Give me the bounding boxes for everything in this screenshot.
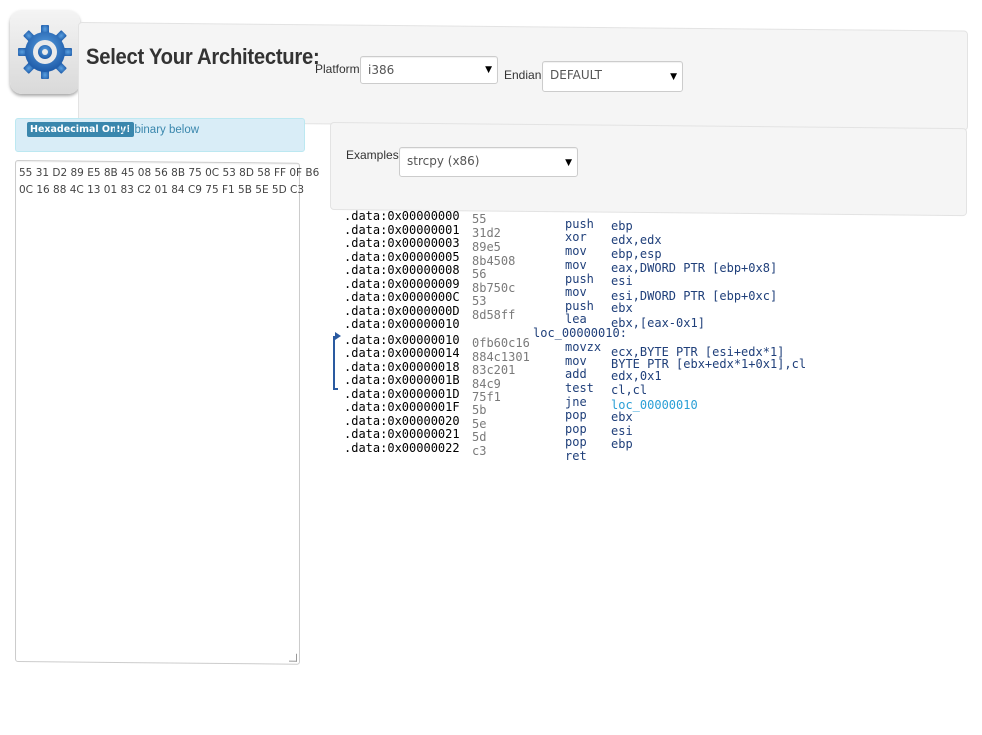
page-title: Select Your Architecture: — [86, 44, 320, 69]
address-cell: .data:0x0000001F — [344, 400, 460, 414]
gear-icon — [18, 25, 72, 79]
address-cell: .data:0x00000021 — [344, 427, 460, 441]
bytes-cell: 5d — [472, 430, 487, 444]
hex-input-line: 55 31 D2 89 E5 8B 45 08 56 8B 75 0C 53 8… — [19, 167, 320, 179]
operand-cell: ebp — [611, 219, 633, 233]
app-logo[interactable] — [10, 10, 80, 94]
operand-cell: ebx — [611, 301, 633, 315]
caret-down-icon: ▼ — [485, 65, 492, 75]
resize-handle-icon[interactable] — [289, 653, 297, 662]
operand-cell: ebp — [611, 437, 633, 451]
address-cell: .data:0x00000014 — [344, 346, 460, 360]
platform-label: Platform — [315, 62, 360, 76]
mnemonic-cell: movzx — [565, 340, 602, 354]
mnemonic-cell: mov — [565, 258, 587, 272]
jump-arrow-line — [333, 388, 338, 390]
operand-cell: esi — [611, 274, 633, 288]
operand-cell: edx,0x1 — [611, 369, 662, 383]
bytes-cell: 83c201 — [472, 363, 516, 377]
jump-arrow-line — [333, 336, 335, 389]
operand-cell: ebp,esp — [611, 247, 662, 261]
address-cell: .data:0x00000008 — [344, 263, 460, 277]
mnemonic-cell: add — [565, 367, 587, 381]
bytes-cell: 89e5 — [472, 240, 501, 254]
hex-input[interactable] — [15, 160, 300, 665]
operand-cell: ebx — [611, 410, 633, 424]
address-cell: .data:0x00000003 — [344, 236, 460, 250]
hex-info-alert: Hexadecimal Only! Put binary below — [15, 118, 305, 152]
endian-select[interactable]: DEFAULT ▼ — [542, 61, 683, 92]
operand-cell: edx,edx — [611, 233, 662, 247]
bytes-cell: 53 — [472, 294, 487, 308]
address-cell: .data:0x00000022 — [344, 441, 460, 455]
examples-label: Examples: — [346, 148, 403, 162]
bytes-cell: 55 — [472, 212, 487, 226]
endian-select-value: DEFAULT — [550, 68, 602, 82]
bytes-cell: 5b — [472, 403, 487, 417]
mnemonic-cell: mov — [565, 285, 587, 299]
caret-down-icon: ▼ — [670, 72, 677, 82]
platform-select[interactable]: i386 ▼ — [360, 56, 498, 84]
hex-hint-text: Put binary below — [114, 124, 200, 136]
mnemonic-cell: lea — [565, 312, 587, 326]
bytes-cell: 31d2 — [472, 226, 501, 240]
caret-down-icon: ▼ — [565, 158, 572, 168]
operand-cell: cl,cl — [611, 383, 648, 397]
mnemonic-cell: test — [565, 381, 594, 395]
bytes-cell: c3 — [472, 444, 487, 458]
bytes-cell: 0fb60c16 — [472, 336, 530, 350]
operand-cell: eax,DWORD PTR [ebp+0x8] — [611, 261, 778, 275]
mnemonic-cell: ret — [565, 449, 587, 463]
address-cell: .data:0x0000001B — [344, 373, 460, 387]
address-cell: .data:0x0000000C — [344, 290, 460, 304]
bytes-cell: 8d58ff — [472, 308, 516, 322]
operand-cell: esi,DWORD PTR [ebp+0xc] — [611, 289, 778, 303]
address-cell: .data:0x00000000 — [344, 209, 460, 223]
hex-input-line: 0C 16 88 4C 13 01 83 C2 01 84 C9 75 F1 5… — [19, 184, 305, 196]
endian-label: Endian — [504, 68, 542, 82]
operand-cell: ebx,[eax-0x1] — [611, 316, 705, 330]
mnemonic-cell: pop — [565, 435, 587, 449]
bytes-cell: 56 — [472, 267, 487, 281]
jump-arrow-icon — [335, 332, 341, 340]
examples-select[interactable]: strcpy (x86) ▼ — [399, 147, 578, 177]
mnemonic-cell: mov — [565, 244, 587, 258]
examples-select-value: strcpy (x86) — [407, 154, 480, 168]
mnemonic-cell: pop — [565, 408, 587, 422]
page: Select Your Architecture: Platform i386 … — [0, 0, 982, 735]
mnemonic-cell: xor — [565, 230, 587, 244]
address-cell: .data:0x00000010 — [344, 317, 460, 331]
platform-select-value: i386 — [368, 63, 395, 77]
